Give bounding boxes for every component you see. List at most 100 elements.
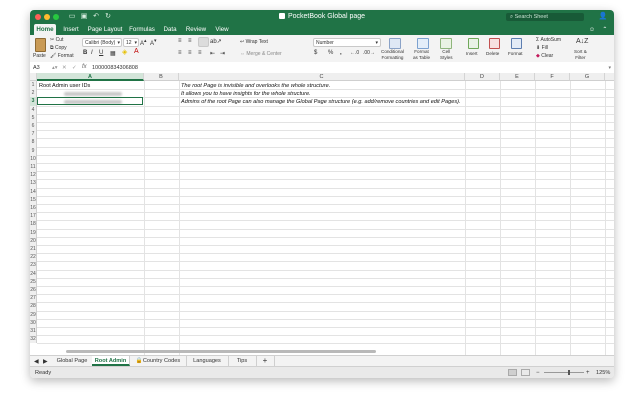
align-top-icon[interactable]: ≡ [178, 38, 182, 44]
format-cells-icon[interactable] [511, 38, 522, 49]
orientation-icon[interactable]: ab↗ [210, 38, 222, 45]
sheet-tab-tips[interactable]: Tips [228, 356, 257, 366]
row-header-17[interactable]: 17 [30, 212, 37, 221]
tab-view[interactable]: View [212, 24, 232, 35]
tab-insert[interactable]: Insert [60, 24, 82, 35]
cell-a1[interactable]: Root Admin user IDs [39, 82, 90, 90]
fx-icon[interactable]: fx [82, 64, 87, 70]
row-header-21[interactable]: 21 [30, 245, 37, 254]
decrease-decimal-icon[interactable]: .00→ [363, 50, 375, 56]
delete-cells-icon[interactable] [489, 38, 500, 49]
sort-filter-icon[interactable]: A↓Z [576, 38, 588, 45]
cell-c2[interactable]: It allows you to have insights for the w… [181, 90, 311, 98]
column-header-b[interactable]: B [144, 73, 179, 81]
column-header-a[interactable]: A [37, 73, 144, 81]
cell-styles-button[interactable]: Cell Styles [440, 49, 453, 60]
align-left-icon[interactable]: ≡ [178, 50, 182, 56]
clear-button[interactable]: ◆ Clear [536, 53, 553, 59]
row-header-20[interactable]: 20 [30, 236, 37, 245]
row-header-12[interactable]: 12 [30, 171, 37, 180]
cancel-icon[interactable]: ✕ [62, 65, 67, 71]
row-header-32[interactable]: 32 [30, 335, 37, 344]
enter-check-icon[interactable]: ✓ [72, 65, 77, 71]
italic-button[interactable]: I [91, 50, 93, 56]
currency-button[interactable]: $ [314, 50, 317, 56]
tab-formulas[interactable]: Formulas [127, 24, 157, 35]
tab-data[interactable]: Data [160, 24, 180, 35]
zoom-level[interactable]: 125% [596, 370, 610, 376]
insert-button[interactable]: Insert [466, 51, 478, 56]
column-header-c[interactable]: C [179, 73, 465, 81]
row-header-1[interactable]: 1 [30, 81, 37, 90]
paste-icon[interactable] [35, 38, 46, 52]
row-header-9[interactable]: 9 [30, 146, 37, 155]
horizontal-scrollbar[interactable] [66, 350, 376, 353]
increase-font-icon[interactable]: A▴ [140, 38, 147, 47]
column-header-f[interactable]: F [535, 73, 570, 81]
row-header-6[interactable]: 6 [30, 122, 37, 131]
row-header-26[interactable]: 26 [30, 286, 37, 295]
align-center-icon[interactable]: ≡ [188, 50, 192, 56]
increase-indent-icon[interactable]: ⇥ [220, 50, 225, 57]
row-header-27[interactable]: 27 [30, 294, 37, 303]
row-header-24[interactable]: 24 [30, 269, 37, 278]
cell-c1[interactable]: The root Page is invisible and overlooks… [181, 82, 330, 90]
formula-input[interactable]: 100000834306808 [92, 65, 138, 71]
conditional-formatting-icon[interactable] [389, 38, 401, 49]
zoom-out-button[interactable]: − [536, 370, 540, 376]
share-icon[interactable]: 👤 [596, 13, 610, 21]
active-cell-a3[interactable] [37, 97, 143, 105]
add-sheet-button[interactable]: + [256, 356, 275, 366]
row-header-31[interactable]: 31 [30, 327, 37, 336]
autosum-button[interactable]: Σ AutoSum [536, 37, 561, 43]
row-header-18[interactable]: 18 [30, 220, 37, 229]
sort-filter-button[interactable]: Sort & Filter [574, 49, 587, 60]
decrease-indent-icon[interactable]: ⇤ [210, 50, 215, 57]
insert-cells-icon[interactable] [468, 38, 479, 49]
increase-decimal-icon[interactable]: ←.0 [350, 50, 359, 56]
normal-view-icon[interactable] [508, 369, 517, 376]
percent-button[interactable]: % [328, 50, 333, 56]
tab-home[interactable]: Home [34, 24, 56, 35]
select-all-corner[interactable] [30, 73, 37, 81]
zoom-slider-handle[interactable] [568, 370, 570, 375]
expand-formula-icon[interactable]: ▾ [608, 65, 611, 71]
column-header-e[interactable]: E [500, 73, 535, 81]
number-format-select[interactable]: Number ▾ [313, 38, 381, 47]
row-header-16[interactable]: 16 [30, 204, 37, 213]
sheet-tab-languages[interactable]: Languages [186, 356, 229, 366]
align-bottom-icon[interactable] [198, 37, 209, 47]
row-header-15[interactable]: 15 [30, 195, 37, 204]
copy-button[interactable]: ⧉ Copy [50, 45, 67, 51]
align-middle-icon[interactable]: ≡ [188, 38, 192, 44]
column-header-h[interactable]: H [605, 73, 614, 81]
format-as-table-button[interactable]: Format as Table [413, 49, 430, 60]
row-header-7[interactable]: 7 [30, 130, 37, 139]
collapse-ribbon-icon[interactable]: ⌃ [600, 24, 610, 35]
cut-button[interactable]: ✂ Cut [50, 37, 63, 43]
page-layout-view-icon[interactable] [521, 369, 530, 376]
sheet-tab-country-codes[interactable]: 🔒Country Codes [130, 356, 187, 366]
borders-icon[interactable]: ▦ [110, 50, 116, 57]
smiley-feedback-icon[interactable]: ☺ [586, 24, 598, 35]
name-box[interactable]: A3 [33, 65, 40, 71]
name-box-chevron-icon[interactable]: ▴▾ [52, 65, 58, 71]
next-sheet-icon[interactable]: ▶ [43, 358, 48, 365]
align-right-icon[interactable]: ≡ [198, 50, 202, 56]
row-header-22[interactable]: 22 [30, 253, 37, 262]
fill-button[interactable]: ⬇ Fill [536, 45, 548, 51]
format-painter-button[interactable]: 🖌 Format [50, 53, 74, 59]
row-header-29[interactable]: 29 [30, 310, 37, 319]
row-header-8[interactable]: 8 [30, 138, 37, 147]
row-header-13[interactable]: 13 [30, 179, 37, 188]
tab-review[interactable]: Review [183, 24, 209, 35]
column-header-d[interactable]: D [465, 73, 500, 81]
cell-c3[interactable]: Admins of the root Page can also manage … [181, 98, 461, 106]
row-header-4[interactable]: 4 [30, 105, 37, 114]
font-color-icon[interactable]: A [134, 48, 139, 55]
underline-button[interactable]: U [99, 50, 103, 56]
merge-center-button[interactable]: ⇔ Merge & Center [240, 51, 282, 57]
row-header-30[interactable]: 30 [30, 318, 37, 327]
font-size-select[interactable]: 12 ▾ [123, 38, 139, 47]
fill-color-icon[interactable]: ◈ [122, 48, 127, 56]
